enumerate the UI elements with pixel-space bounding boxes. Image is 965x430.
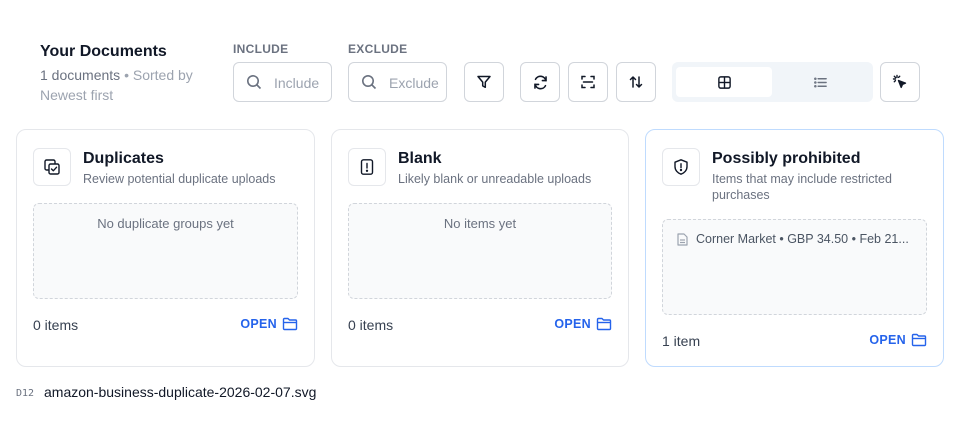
grid-view-icon — [717, 75, 731, 89]
grid-view-button[interactable] — [676, 67, 772, 97]
exclude-field[interactable] — [348, 62, 447, 102]
refresh-icon — [533, 75, 547, 89]
list-view-icon — [813, 76, 827, 88]
items-list: Corner Market • GBP 34.50 • Feb 21... — [662, 219, 927, 315]
list-item[interactable]: Corner Market • GBP 34.50 • Feb 21... — [677, 232, 909, 246]
open-duplicates-link[interactable]: OPEN — [240, 317, 298, 331]
filter-icon — [477, 75, 491, 89]
blank-card: Blank Likely blank or unreadable uploads… — [331, 129, 629, 367]
include-input[interactable] — [274, 72, 326, 94]
open-label: OPEN — [240, 317, 277, 331]
documents-summary: 1 documents • Sorted by Newest first — [40, 65, 215, 105]
list-item-text: Corner Market • GBP 34.50 • Feb 21... — [696, 232, 909, 246]
document-count: 1 documents — [40, 67, 121, 83]
cursor-click-icon — [892, 74, 907, 89]
include-label: INCLUDE — [233, 42, 289, 56]
card-description: Likely blank or unreadable uploads — [398, 172, 592, 186]
card-description: Review potential duplicate uploads — [83, 172, 276, 186]
open-label: OPEN — [554, 317, 591, 331]
documents-toolbar: Your Documents 1 documents • Sorted by N… — [0, 0, 965, 120]
duplicates-card: Duplicates Review potential duplicate up… — [16, 129, 315, 367]
shield-alert-icon — [674, 159, 688, 175]
list-view-button[interactable] — [772, 67, 868, 97]
sort-button[interactable] — [616, 62, 656, 102]
item-count: 1 item — [662, 333, 701, 349]
open-prohibited-link[interactable]: OPEN — [869, 333, 927, 347]
duplicate-check-icon — [44, 159, 60, 175]
possibly-prohibited-card: Possibly prohibited Items that may inclu… — [645, 129, 944, 367]
exclude-label: EXCLUDE — [348, 42, 408, 56]
document-icon — [677, 232, 688, 246]
search-icon — [362, 75, 377, 90]
card-icon — [662, 148, 700, 186]
scan-icon — [581, 75, 595, 89]
file-name: amazon-business-duplicate-2026-02-07.svg — [44, 384, 317, 400]
search-icon — [247, 75, 262, 90]
empty-state: No duplicate groups yet — [33, 203, 298, 299]
alert-document-icon — [360, 159, 374, 175]
card-icon — [33, 148, 71, 186]
card-description: Items that may include restricted purcha… — [712, 172, 892, 202]
select-mode-button[interactable] — [880, 62, 920, 102]
empty-state-text: No duplicate groups yet — [97, 216, 234, 231]
open-blank-link[interactable]: OPEN — [554, 317, 612, 331]
document-tag: D12 — [16, 388, 35, 399]
item-count: 0 items — [33, 317, 79, 333]
page-title: Your Documents — [40, 43, 167, 60]
open-label: OPEN — [869, 333, 906, 347]
exclude-input[interactable] — [389, 72, 441, 94]
empty-state: No items yet — [348, 203, 612, 299]
sort-icon — [629, 76, 643, 88]
item-count: 0 items — [348, 317, 394, 333]
empty-state-text: No items yet — [443, 216, 517, 231]
card-icon — [348, 148, 386, 186]
include-field[interactable] — [233, 62, 332, 102]
card-title: Blank — [398, 150, 442, 167]
view-toggle — [672, 62, 873, 102]
scan-button[interactable] — [568, 62, 608, 102]
card-title: Possibly prohibited — [712, 150, 861, 167]
card-title: Duplicates — [83, 150, 164, 167]
refresh-button[interactable] — [520, 62, 560, 102]
folder-icon — [911, 333, 927, 347]
filter-button[interactable] — [464, 62, 504, 102]
folder-icon — [282, 317, 298, 331]
folder-icon — [596, 317, 612, 331]
